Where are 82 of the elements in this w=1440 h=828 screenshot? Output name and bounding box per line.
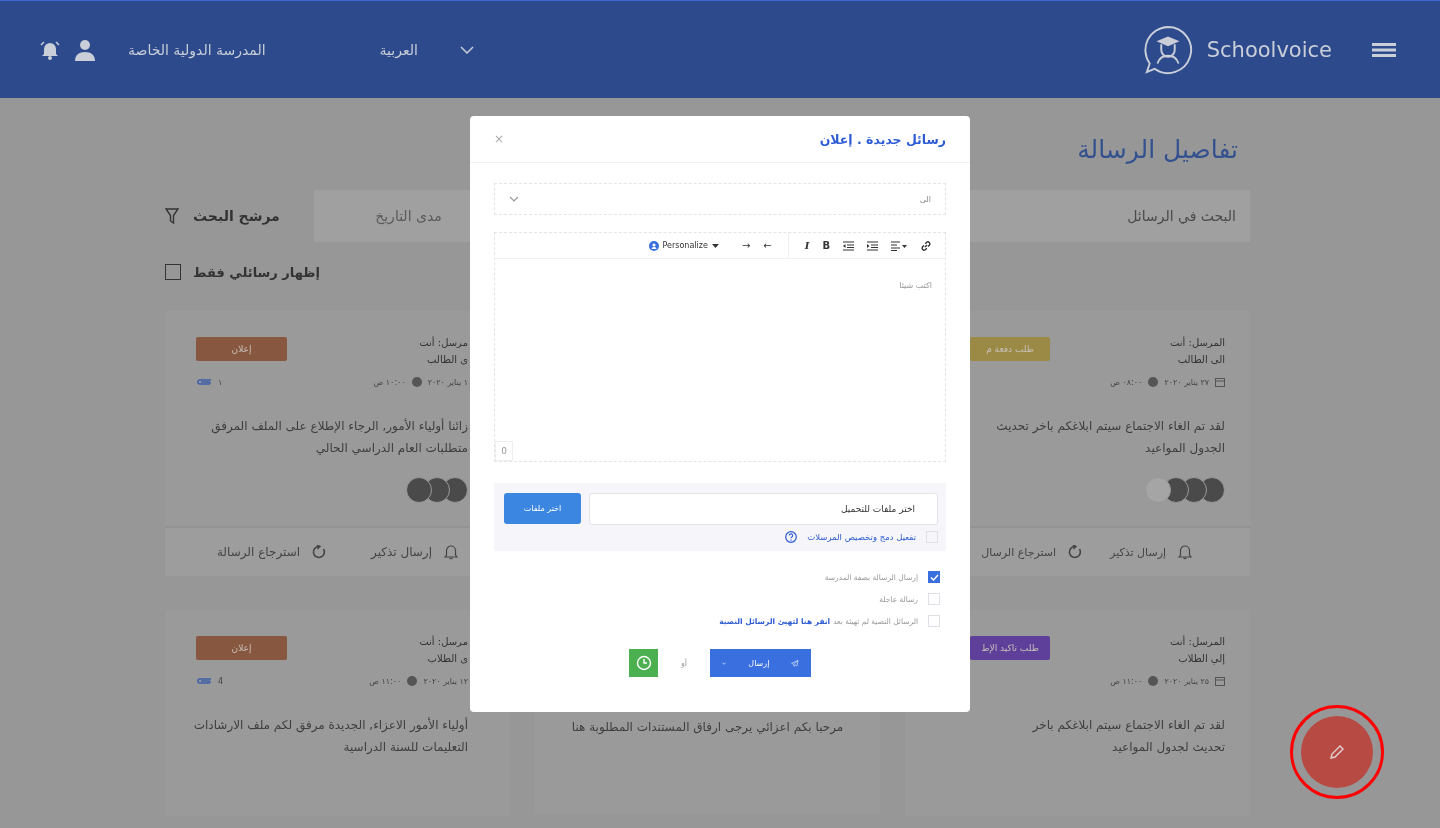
language-selector[interactable]: العربية [379, 41, 418, 58]
logo-icon [1142, 24, 1193, 75]
message-text: زائنا أولياء الأمور, الرجاء الإطلاع على الملف المرفق [210, 419, 468, 433]
sender-text: مرسل: أنت [419, 337, 468, 348]
bold-button[interactable]: B [822, 240, 830, 251]
direction-button[interactable]: → [741, 240, 751, 251]
time-text: ١٠:٠٠ ص [373, 377, 406, 387]
paperclip-icon [196, 676, 212, 686]
time-text: ١١:٠٠ ص [369, 676, 402, 686]
pencil-icon [1328, 743, 1346, 761]
filter-icon[interactable] [165, 208, 179, 224]
character-count: 0 [495, 441, 513, 461]
choose-files-button[interactable]: اختر ملفات [504, 493, 581, 524]
chevron-down-icon [509, 196, 519, 202]
merge-checkbox[interactable] [926, 531, 938, 543]
message-type-tag: طلب تاكيد الإط [970, 636, 1050, 660]
time-text: ٠٨:٠٠ ص [1110, 377, 1143, 387]
italic-button[interactable]: I [804, 240, 810, 251]
card-action[interactable]: إرسال تذكير [371, 544, 458, 560]
school-name: المدرسة الدولية الخاصة [128, 41, 266, 58]
refresh-icon [312, 545, 327, 559]
recipient-text: الى الطالب [1176, 354, 1225, 365]
date-text: ١٢ يناير ٢٠٢٠ [423, 676, 468, 686]
caret-icon [722, 660, 727, 666]
message-text: الجدول المواعيد [1144, 441, 1225, 455]
align-icon[interactable] [891, 240, 907, 251]
message-text: التعليمات للسنة الدراسية [342, 740, 468, 754]
sender-text: مرسل: أنت [419, 636, 468, 647]
attachment-count: ١ [218, 377, 223, 387]
link-icon[interactable] [920, 239, 932, 252]
page-title: تفاصيل الرسالة [1077, 134, 1238, 166]
sender-text: المرسل: أنت [1170, 636, 1225, 647]
bell-icon [1178, 544, 1192, 560]
card-action[interactable]: إرسال تذكير [1110, 544, 1192, 560]
person-icon [648, 240, 659, 251]
dialog-title: رسائل جديدة . إعلان [819, 131, 946, 147]
menu-icon[interactable] [1372, 42, 1396, 57]
help-icon[interactable] [785, 531, 798, 543]
recipient-text: إلي الطلاب [1177, 653, 1225, 664]
option-checkbox[interactable] [928, 571, 940, 583]
paperclip-icon [196, 377, 212, 387]
message-text: متطلبات العام الدراسي الحالي [314, 441, 468, 455]
card-action[interactable]: استرجاع الرسالة [216, 545, 327, 559]
close-button[interactable]: × [494, 132, 505, 146]
chevron-down-icon[interactable] [459, 45, 474, 54]
file-field[interactable]: اختر ملفات للتحميل [589, 493, 938, 525]
alarm-icon[interactable] [40, 39, 60, 60]
send-button[interactable]: إرسال [710, 649, 811, 677]
message-text: مرحبا بكم اعزائي يرجى ارفاق المستندات المطلوبة هنا [571, 720, 844, 734]
sender-text: المرسل: أنت [1170, 337, 1225, 348]
message-type-tag: إعلان [196, 337, 287, 361]
refresh-icon [1068, 545, 1083, 559]
direction-button[interactable]: ← [763, 240, 772, 251]
personalize-dropdown[interactable]: Personalize [648, 240, 719, 251]
bell-icon [444, 544, 458, 560]
show-mine-checkbox[interactable] [165, 264, 181, 280]
message-input[interactable]: اكتب شيئا [899, 281, 932, 290]
or-text: أو [679, 658, 689, 668]
recipient-select[interactable]: الى [494, 183, 946, 215]
date-text: ١ يناير ٢٠٢٠ [427, 377, 468, 387]
caret-icon [711, 243, 719, 248]
indent-icon[interactable] [867, 240, 878, 251]
filter-label: مرشح البحث [193, 208, 280, 224]
card-action[interactable]: استرجاع الرسال [981, 545, 1083, 559]
recipient-text: ى الطلاب [426, 653, 468, 664]
schedule-button[interactable] [629, 649, 658, 677]
time-text: ١١:٠٠ ص [1110, 676, 1143, 686]
attachment-count: 4 [218, 676, 224, 686]
message-text: لقد تم الغاء الاجتماع سيتم ابلاغكم باخر تحديث [995, 419, 1225, 433]
message-type-tag: إعلان [196, 636, 287, 660]
user-icon[interactable] [74, 38, 96, 61]
merge-label: تفعيل دمج وتخصيص المرسلات [807, 532, 916, 542]
message-type-tag: طلب دفعة م [970, 337, 1050, 361]
date-text: ٢٥ يناير ٢٠٢٠ [1164, 676, 1209, 686]
message-text: لقد تم الغاء الاجتماع سيتم ابلاغكم باخر [1031, 718, 1225, 732]
recipient-text: ى الطالب [426, 354, 468, 365]
brand-name: Schoolvoice [1206, 37, 1332, 62]
show-mine-label: إظهار رسائلي فقط [193, 264, 320, 280]
message-text: أولياء الأمور الاعزاء, الجديدة مرفق لكم ملف الارشادات [196, 718, 468, 732]
date-text: ٢٧ يناير ٢٠٢٠ [1164, 377, 1209, 387]
message-text: تحديث لجدول المواعيد [1111, 740, 1225, 754]
outdent-icon[interactable] [843, 240, 854, 251]
